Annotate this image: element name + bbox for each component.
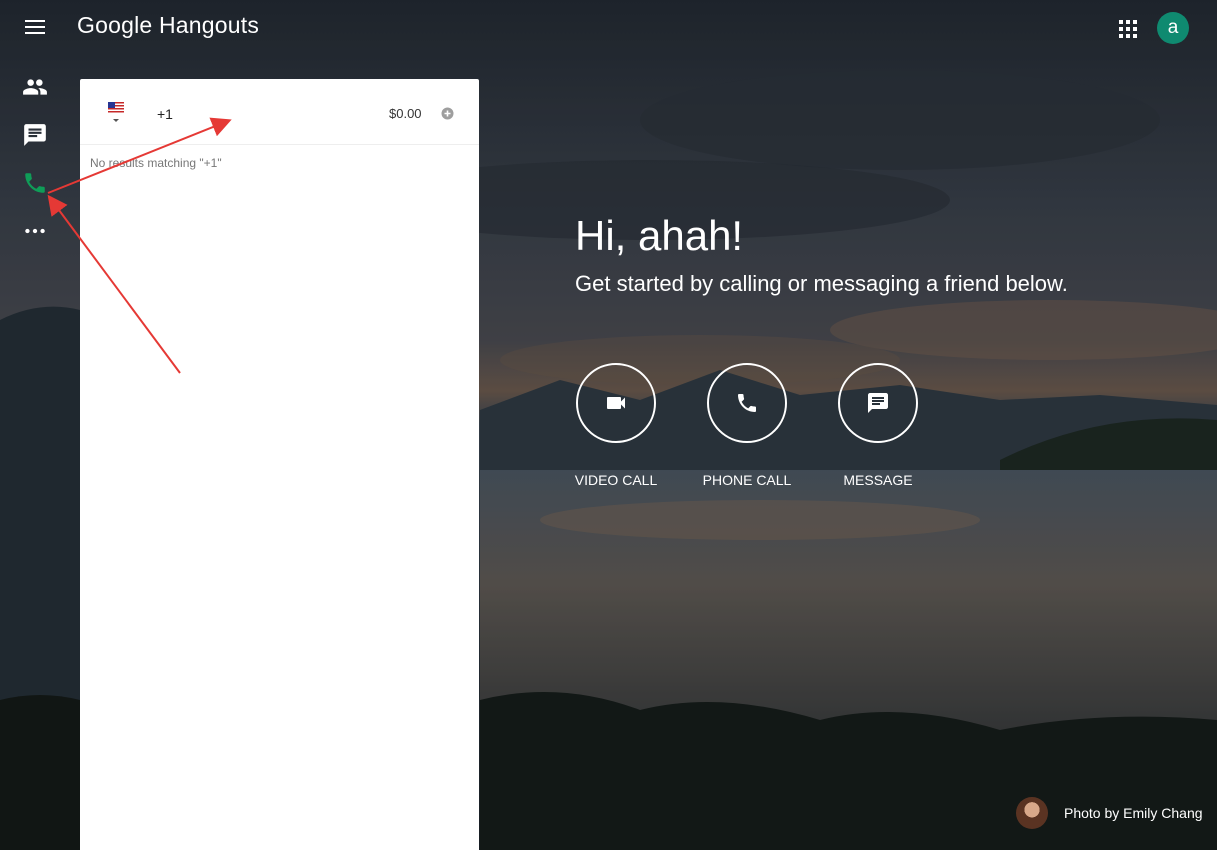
chat-icon[interactable] [22,122,48,148]
photographer-avatar [1016,797,1048,829]
message-label[interactable]: MESSAGE [818,472,938,488]
message-icon [868,393,888,413]
message-button[interactable] [838,363,918,443]
greeting-subtitle: Get started by calling or messaging a fr… [575,271,1068,296]
main-menu-button[interactable] [22,16,48,40]
no-results-message: No results matching "+1" [90,156,222,170]
apps-grid-icon[interactable] [1117,18,1139,40]
flag-us-icon[interactable] [107,101,125,125]
app-title: Google Hangouts [77,12,260,38]
phone-icon[interactable] [22,170,48,196]
dialer-panel: $0.00 No results matching "+1" [80,79,479,850]
account-avatar[interactable]: a [1157,12,1189,44]
menu-line [25,20,45,22]
phone-call-button[interactable] [707,363,787,443]
video-call-button[interactable] [576,363,656,443]
contacts-icon[interactable] [22,74,48,100]
phone-call-label[interactable]: PHONE CALL [687,472,807,488]
greeting-title: Hi, ahah! [575,212,744,259]
call-credit-balance: $0.00 [389,106,422,121]
dialer-header: $0.00 [80,79,479,145]
phone-number-input[interactable] [157,103,357,125]
videocam-icon [607,397,625,409]
photo-credit[interactable]: Photo by Emily Chang [1064,805,1203,821]
more-icon[interactable] [22,218,48,244]
menu-line [25,26,45,28]
menu-line [25,32,45,34]
phone-icon [738,394,756,412]
video-call-label[interactable]: VIDEO CALL [556,472,676,488]
add-credit-icon[interactable] [441,107,454,120]
